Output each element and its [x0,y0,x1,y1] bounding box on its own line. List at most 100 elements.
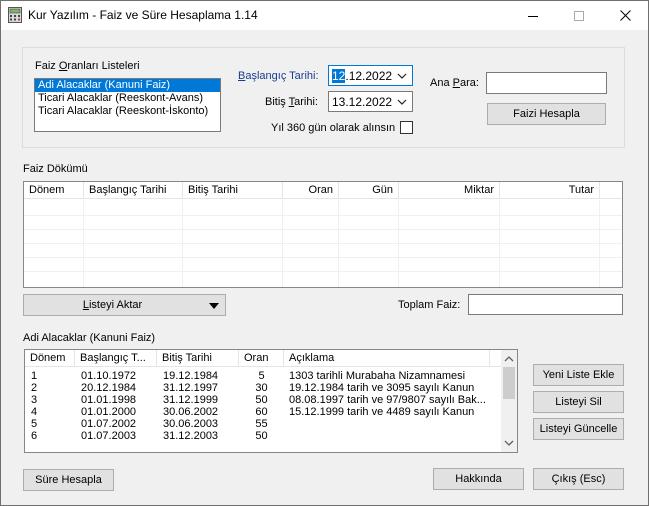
table-cell-period: 1 [31,370,38,382]
rate-list-label: Adi Alacaklar (Kanuni Faiz) [23,332,156,344]
new-list-button[interactable]: Yeni Liste Ekle [533,364,624,386]
maximize-icon [574,10,584,21]
duration-button[interactable]: Süre Hesapla [23,469,114,491]
table-cell-period: 6 [31,430,38,442]
start-date-rest: .12.2022 [345,69,393,83]
grid-line [24,229,622,230]
rate-list-box[interactable]: Adi Alacaklar (Kanuni Faiz) Ticari Alaca… [34,78,221,132]
table-cell-end: 30.06.2003 [163,418,219,430]
list-item[interactable]: Ticari Alacaklar (Reeskont-Avans) [35,92,220,105]
scroll-thumb[interactable] [503,367,515,399]
rates-group-label: Faiz Oranları Listeleri [35,60,140,72]
column-header[interactable]: Bitiş Tarihi [183,182,283,199]
column-header[interactable]: Başlangıç Tarihi [84,182,183,199]
about-button[interactable]: Hakkında [433,468,524,490]
interest-breakdown-label: Faiz Dökümü [23,163,88,175]
scroll-down-icon[interactable] [501,436,517,450]
grid-line [24,215,622,216]
transfer-list-label: Listeyi Aktar [82,299,143,311]
table-cell-desc: 19.12.1984 tarih ve 3095 sayılı Kanun [289,382,475,394]
table-cell-desc [289,430,499,442]
column-header[interactable]: Açıklama [284,350,490,367]
table-cell-start: 01.10.1972 [81,370,137,382]
column-header[interactable]: Gün [339,182,399,199]
table-cell-rate: 50 [255,394,268,406]
table-row[interactable]: 5 01.07.2002 30.06.2003 55 [25,418,501,430]
table-cell-period: 4 [31,406,38,418]
column-header[interactable]: Oran [239,350,284,367]
table-row[interactable]: 2 20.12.1984 31.12.1997 30 19.12.1984 tarih … [25,382,501,394]
scroll-up-icon[interactable] [501,352,517,366]
compute-interest-button[interactable]: Faizi Hesapla [487,103,606,125]
end-date-value: 13.12.2022 [332,95,393,109]
grid-line [24,257,622,258]
exit-button[interactable]: Çıkış (Esc) [533,468,624,490]
transfer-list-button[interactable]: Listeyi Aktar [23,294,226,316]
table-cell-rate: 50 [255,430,268,442]
table-cell-rate: 55 [255,418,268,430]
grid-line [24,271,622,272]
list-item[interactable]: Ticari Alacaklar (Reeskont-İskonto) [35,105,220,118]
table-cell-start: 20.12.1984 [81,382,137,394]
start-date-label: Başlangıç Tarihi: [238,70,319,82]
close-button[interactable] [602,1,648,30]
column-header[interactable]: Miktar [399,182,500,199]
table-cell-rate: 30 [255,382,268,394]
total-interest-label: Toplam Faiz: [398,299,461,311]
end-date-label: Bitiş Tarihi: [265,96,318,108]
table-cell-start: 01.07.2002 [81,418,137,430]
delete-list-button[interactable]: Listeyi Sil [533,391,624,413]
minimize-icon [528,15,538,17]
total-interest-field[interactable] [468,294,623,315]
window-title: Kur Yazılım - Faiz ve Süre Hesaplama 1.1… [28,8,258,22]
interest-breakdown-table[interactable]: Dönem Başlangıç Tarihi Bitiş Tarihi Oran… [23,181,623,288]
table-cell-end: 31.12.2003 [163,430,219,442]
table-cell-desc [289,418,499,430]
column-header[interactable]: Tutar [500,182,600,199]
year360-label: Yıl 360 gün olarak alınsın [271,122,396,134]
caret-down-icon [209,303,219,309]
table-cell-period: 2 [31,382,38,394]
table-cell-desc: 15.12.1999 tarih ve 4489 sayılı Kanun [289,406,475,418]
chevron-down-icon[interactable] [396,70,408,82]
vertical-scrollbar[interactable] [501,350,517,452]
grid-line [24,243,622,244]
table-header: Dönem Başlangıç T... Bitiş Tarihi Oran A… [25,350,501,367]
table-cell-desc: 1303 tarihli Murabaha Nizamnamesi [289,370,466,382]
column-header[interactable]: Bitiş Tarihi [157,350,239,367]
title-bar[interactable]: Kur Yazılım - Faiz ve Süre Hesaplama 1.1… [1,1,648,30]
year360-checkbox[interactable] [400,121,413,134]
end-date-picker[interactable]: 13.12.2022 [328,91,413,112]
table-cell-end: 30.06.2002 [163,406,219,418]
table-cell-period: 5 [31,418,38,430]
column-header[interactable]: Dönem [24,182,84,199]
main-window: Kur Yazılım - Faiz ve Süre Hesaplama 1.1… [0,0,649,506]
start-date-picker[interactable]: 12.12.2022 [328,65,413,86]
rate-list-table[interactable]: Dönem Başlangıç T... Bitiş Tarihi Oran A… [24,349,518,453]
chevron-down-icon[interactable] [396,96,408,108]
table-row[interactable]: 3 01.01.1998 31.12.1999 50 08.08.1997 tarih … [25,394,501,406]
table-cell-rate: 5 [258,370,265,382]
update-list-button[interactable]: Listeyi Güncelle [533,418,624,440]
column-header[interactable]: Dönem [25,350,75,367]
principal-input[interactable] [486,72,607,94]
list-item[interactable]: Adi Alacaklar (Kanuni Faiz) [35,79,220,92]
principal-label: Ana Para: [430,77,479,89]
table-cell-rate: 60 [255,406,268,418]
table-row[interactable]: 6 01.07.2003 31.12.2003 50 [25,430,501,442]
table-row[interactable]: 1 01.10.1972 19.12.1984 5 1303 tarihli Murab… [25,370,501,382]
table-cell-end: 31.12.1999 [163,394,219,406]
maximize-button[interactable] [556,1,602,30]
minimize-button[interactable] [510,1,556,30]
table-cell-end: 19.12.1984 [163,370,219,382]
table-cell-period: 3 [31,394,38,406]
table-cell-end: 31.12.1997 [163,382,219,394]
column-header[interactable]: Oran [283,182,339,199]
table-row[interactable]: 4 01.01.2000 30.06.2002 60 15.12.1999 tarih … [25,406,501,418]
table-cell-start: 01.01.2000 [81,406,137,418]
table-cell-desc: 08.08.1997 tarih ve 97/9807 sayılı Bak..… [289,394,486,406]
start-date-day: 12 [332,69,346,83]
table-cell-start: 01.01.1998 [81,394,137,406]
table-header: Dönem Başlangıç Tarihi Bitiş Tarihi Oran… [24,182,622,199]
column-header[interactable]: Başlangıç T... [75,350,157,367]
